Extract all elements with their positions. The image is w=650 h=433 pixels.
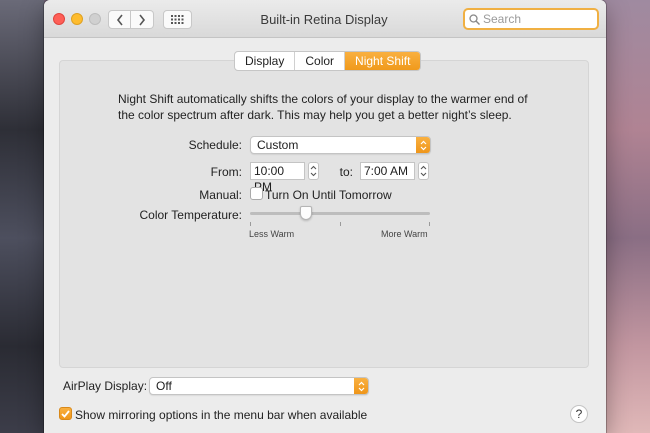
color-temperature-label: Color Temperature: xyxy=(139,208,243,222)
from-time-field[interactable]: 10:00 PM xyxy=(250,162,305,194)
tab-night-shift[interactable]: Night Shift xyxy=(345,52,421,70)
show-all-button[interactable] xyxy=(163,10,192,29)
tab-bar: Display Color Night Shift xyxy=(234,51,422,71)
checkmark-icon xyxy=(61,409,70,418)
stepper-arrows-icon xyxy=(310,165,317,177)
schedule-label: Schedule: xyxy=(188,138,242,152)
minimize-button[interactable] xyxy=(71,13,83,25)
slider-tick xyxy=(250,222,251,226)
desktop-wallpaper-left xyxy=(0,0,44,433)
tab-display[interactable]: Display xyxy=(235,52,296,70)
close-button[interactable] xyxy=(53,13,65,25)
search-field[interactable] xyxy=(463,8,599,30)
from-time-stepper[interactable] xyxy=(308,162,319,180)
search-input[interactable] xyxy=(483,12,593,26)
airplay-display-popup[interactable]: Off xyxy=(149,377,369,395)
tab-color[interactable]: Color xyxy=(295,52,346,70)
color-temperature-slider[interactable] xyxy=(250,212,430,215)
popup-arrows-icon xyxy=(416,137,430,153)
from-label: From: xyxy=(210,165,242,179)
to-time-field[interactable]: 7:00 AM xyxy=(360,162,415,180)
slider-knob[interactable] xyxy=(299,206,312,220)
chevron-right-icon xyxy=(139,14,146,25)
grid-icon xyxy=(171,15,184,24)
schedule-popup[interactable]: Custom xyxy=(250,136,431,154)
manual-checkbox-label: Turn On Until Tomorrow xyxy=(265,188,392,202)
popup-arrows-icon xyxy=(354,378,368,394)
schedule-value: Custom xyxy=(257,138,299,152)
preferences-window: Built-in Retina Display Display Color Ni… xyxy=(44,0,606,433)
more-warm-label: More Warm xyxy=(381,229,428,239)
stepper-arrows-icon xyxy=(420,165,427,177)
window-title: Built-in Retina Display xyxy=(260,12,388,27)
manual-checkbox[interactable] xyxy=(250,187,263,200)
manual-label: Manual: xyxy=(199,188,242,202)
search-icon xyxy=(469,13,480,25)
airplay-display-label: AirPlay Display: xyxy=(63,379,148,393)
help-button[interactable]: ? xyxy=(570,405,588,423)
to-label: to: xyxy=(339,165,353,179)
night-shift-description: Night Shift automatically shifts the col… xyxy=(118,92,528,122)
desktop-wallpaper-right xyxy=(602,0,650,433)
forward-button[interactable] xyxy=(131,10,154,29)
to-time-stepper[interactable] xyxy=(418,162,429,180)
zoom-button[interactable] xyxy=(89,13,101,25)
mirroring-checkbox[interactable] xyxy=(59,407,72,420)
slider-tick xyxy=(340,222,341,226)
night-shift-panel: Night Shift automatically shifts the col… xyxy=(59,60,589,368)
airplay-display-value: Off xyxy=(156,379,172,393)
slider-tick xyxy=(429,222,430,226)
less-warm-label: Less Warm xyxy=(249,229,295,239)
back-button[interactable] xyxy=(108,10,131,29)
title-bar: Built-in Retina Display xyxy=(44,0,606,38)
chevron-left-icon xyxy=(116,14,123,25)
mirroring-label: Show mirroring options in the menu bar w… xyxy=(75,408,368,422)
